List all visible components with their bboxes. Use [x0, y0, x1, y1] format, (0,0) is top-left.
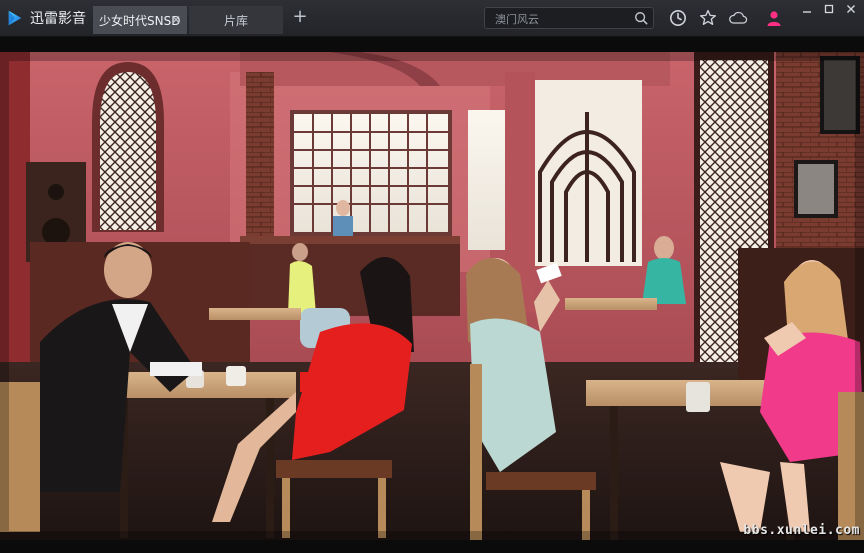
star-icon: [700, 9, 716, 25]
tab-strip: 少女时代SNSD ✕ 片库: [93, 6, 285, 34]
minimize-icon: [803, 11, 811, 13]
tab-label: 片库: [223, 13, 248, 28]
search-input[interactable]: [493, 10, 637, 28]
play-logo-icon: [8, 10, 22, 26]
brand: 迅雷影音: [6, 6, 86, 30]
watermark: bbs.xunlei.com: [743, 523, 860, 538]
search-box[interactable]: [484, 7, 654, 29]
clock-icon: [670, 10, 686, 26]
minimize-button[interactable]: [800, 2, 814, 16]
maximize-button[interactable]: [822, 2, 836, 16]
window-controls: [800, 2, 858, 16]
toolbar: [668, 8, 784, 28]
app-title: 迅雷影音: [30, 11, 86, 27]
search-icon[interactable]: [634, 11, 648, 25]
history-button[interactable]: [668, 8, 688, 28]
user-button[interactable]: [764, 8, 784, 28]
tab-library[interactable]: 片库: [189, 6, 283, 34]
user-icon: [767, 11, 781, 26]
maximize-icon: [824, 4, 834, 14]
title-bar[interactable]: 迅雷影音 少女时代SNSD ✕ 片库 +: [0, 0, 864, 37]
cloud-icon: [729, 11, 748, 24]
plus-icon[interactable]: +: [290, 7, 310, 27]
close-window-button[interactable]: [844, 2, 858, 16]
tab-current-video[interactable]: 少女时代SNSD ✕: [93, 6, 187, 34]
close-icon[interactable]: ✕: [171, 13, 181, 27]
tab-label: 少女时代SNSD: [99, 13, 181, 28]
cloud-button[interactable]: [728, 8, 748, 28]
player-window: 迅雷影音 少女时代SNSD ✕ 片库 + 澳门风云 bbs.xunlei.com: [0, 0, 864, 553]
video-frame[interactable]: bbs.xunlei.com: [0, 52, 864, 540]
favorite-button[interactable]: [698, 8, 718, 28]
close-window-icon: [847, 5, 855, 13]
video-scene: [0, 52, 864, 540]
